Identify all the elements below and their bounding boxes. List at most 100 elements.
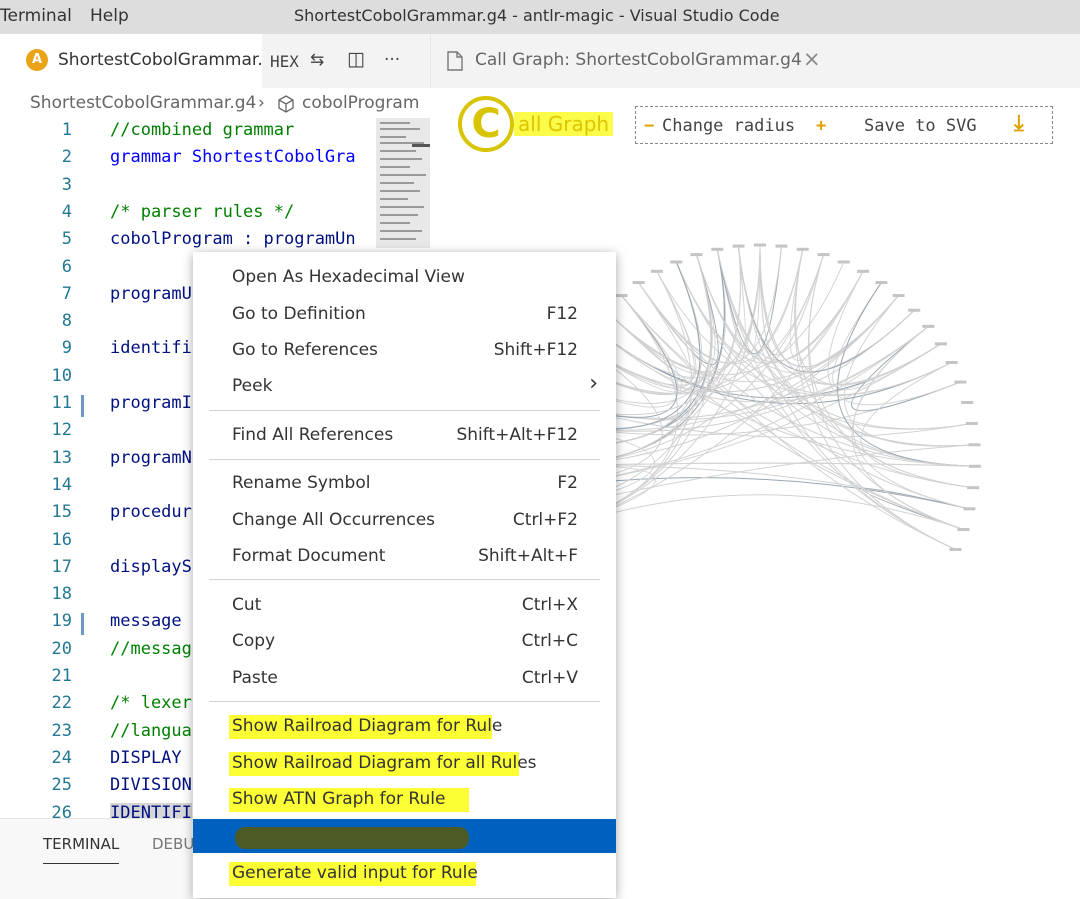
close-icon[interactable]: × — [803, 47, 821, 71]
bottom-panel: TERMINAL DEBU — [0, 818, 194, 899]
rule-node — [690, 253, 703, 257]
context-menu-label: Generate valid input for Rule — [232, 863, 478, 883]
tab-terminal[interactable]: TERMINAL — [43, 835, 120, 864]
context-menu-label: Open As Hexadecimal View — [232, 267, 465, 287]
context-menu-label: Change All Occurrences — [232, 510, 436, 530]
context-menu-item[interactable]: Copy Ctrl+C — [193, 624, 616, 658]
rule-node — [632, 281, 645, 285]
rule-node — [796, 247, 809, 251]
line-number: 2 — [61, 147, 72, 168]
code-text: DISPLAY — [110, 747, 182, 768]
line-number: 23 — [51, 720, 72, 741]
context-menu-item[interactable]: Format Document Shift+Alt+F — [193, 539, 616, 573]
redacted-scribble — [235, 827, 469, 849]
rule-node — [875, 281, 888, 285]
chevron-right-icon: › — [258, 93, 265, 113]
context-menu-item[interactable]: Peek › — [193, 369, 616, 403]
line-number: 4 — [61, 201, 72, 222]
line-number: 12 — [51, 420, 72, 441]
context-menu-item[interactable]: Go to Definition F12 — [193, 297, 616, 331]
call-edge — [675, 261, 970, 510]
minimap[interactable] — [376, 118, 430, 248]
context-menu-item[interactable]: Generate valid input for Rule — [193, 856, 616, 890]
rule-node — [961, 400, 974, 404]
shortcut-key: Shift+Alt+F12 — [456, 425, 578, 445]
context-menu-item[interactable]: Show Railroad Diagram for Rule — [193, 709, 616, 743]
code-text: /* parser rules */ — [110, 201, 295, 222]
context-menu-item[interactable]: Paste Ctrl+V — [193, 661, 616, 695]
breadcrumb-file[interactable]: ShortestCobolGrammar.g4 — [30, 93, 256, 113]
tab-call-graph-label: Call Graph: ShortestCobolGrammar.g4 — [475, 50, 802, 70]
context-menu-label: Copy — [232, 631, 276, 651]
download-icon[interactable]: ⤓ — [1014, 111, 1024, 136]
line-number: 19 — [51, 611, 72, 632]
context-menu-item[interactable]: Cut Ctrl+X — [193, 588, 616, 622]
open-changes-icon[interactable]: ⇆ — [310, 50, 324, 70]
context-menu-item[interactable]: Find All References Shift+Alt+F12 — [193, 418, 616, 452]
line-number: 14 — [51, 474, 72, 495]
line-number: 18 — [51, 584, 72, 605]
code-line[interactable]: 3 — [0, 175, 380, 202]
line-number: 15 — [51, 502, 72, 523]
line-number: 22 — [51, 693, 72, 714]
call-graph-title: all Graph — [514, 112, 614, 136]
rule-node — [968, 464, 981, 468]
rule-node — [965, 421, 978, 425]
rule-node — [615, 294, 628, 298]
breadcrumb-symbol[interactable]: cobolProgram — [302, 93, 419, 113]
rule-node — [922, 324, 935, 328]
rule-node — [957, 528, 970, 532]
context-menu-item[interactable]: Open As Hexadecimal View — [193, 260, 616, 294]
shortcut-key: F2 — [557, 473, 578, 493]
file-icon — [447, 51, 463, 71]
shortcut-key: Ctrl+C — [521, 631, 578, 651]
context-menu-item[interactable]: Go to References Shift+F12 — [193, 333, 616, 367]
hex-view-button[interactable]: HEX — [270, 52, 299, 71]
code-text: procedur — [110, 502, 192, 523]
code-text: //combined grammar — [110, 120, 295, 140]
code-text: programN — [110, 447, 192, 468]
call-edge — [759, 244, 825, 356]
line-number: 7 — [61, 283, 72, 304]
call-edge — [759, 244, 899, 368]
increase-radius-button[interactable]: + — [816, 116, 826, 136]
decrease-radius-button[interactable]: − — [644, 116, 654, 136]
menu-help[interactable]: Help — [90, 6, 129, 26]
context-menu-item[interactable]: Change All Occurrences Ctrl+F2 — [193, 503, 616, 537]
shortcut-key: Ctrl+X — [521, 595, 578, 615]
tab-grammar-file[interactable]: A ShortestCobolGrammar.g4 — [0, 34, 262, 88]
menu-terminal[interactable]: Terminal — [0, 6, 72, 26]
call-edge — [716, 249, 956, 550]
call-edge — [738, 246, 975, 447]
line-number: 13 — [51, 447, 72, 468]
call-edge — [837, 282, 975, 467]
rule-node — [754, 243, 766, 247]
antlr-file-icon: A — [26, 49, 48, 71]
line-number: 5 — [61, 229, 72, 250]
line-number: 1 — [61, 120, 72, 140]
context-menu-label: Show Railroad Diagram for all Rules — [232, 753, 537, 773]
more-actions-icon[interactable]: ··· — [384, 50, 400, 70]
rule-node — [892, 294, 905, 298]
context-menu-label: Go to References — [232, 340, 378, 360]
context-menu-item[interactable]: Show ATN Graph for Rule — [193, 782, 616, 816]
context-menu-item[interactable]: Show Railroad Diagram for all Rules — [193, 746, 616, 780]
line-number: 9 — [61, 338, 72, 359]
tab-call-graph[interactable]: Call Graph: ShortestCobolGrammar.g4 × — [430, 34, 831, 88]
line-number: 21 — [51, 666, 72, 686]
split-editor-icon[interactable]: ◫ — [347, 48, 365, 70]
code-line[interactable]: 4 /* parser rules */ — [0, 202, 380, 229]
symbol-cube-icon — [278, 95, 294, 113]
context-menu-item[interactable]: Rename Symbol F2 — [193, 466, 616, 500]
shortcut-key: Shift+F12 — [493, 340, 578, 360]
tab-debug[interactable]: DEBU — [152, 835, 194, 853]
code-line[interactable]: 2 grammar ShortestCobolGra — [0, 147, 380, 174]
line-number: 8 — [61, 311, 72, 332]
rule-node — [934, 342, 947, 346]
line-number: 25 — [51, 775, 72, 796]
rule-node — [817, 253, 830, 257]
code-line[interactable]: 1 //combined grammar — [0, 120, 380, 147]
call-edge — [605, 295, 899, 382]
save-svg-button[interactable]: Save to SVG — [864, 116, 977, 136]
context-menu-item[interactable] — [193, 819, 616, 853]
